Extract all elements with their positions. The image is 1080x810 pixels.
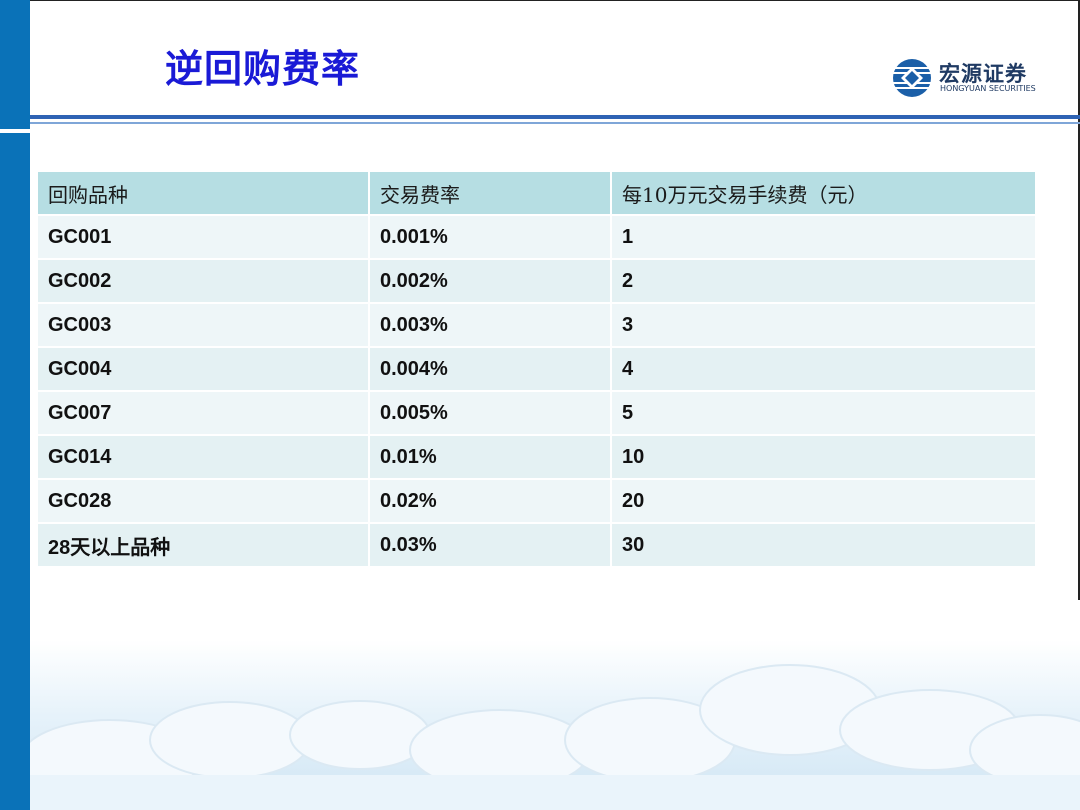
logo-name-en: HONGYUAN SECURITIES xyxy=(940,84,1036,93)
cell-fee-amount: 2 xyxy=(610,258,1037,304)
cell-fee-amount: 4 xyxy=(610,346,1037,392)
table-header-row: 回购品种 交易费率 每10万元交易手续费（元） xyxy=(36,170,1037,216)
cell-fee-rate: 0.001% xyxy=(368,214,612,260)
table-row: 28天以上品种 0.03% 30 xyxy=(36,522,1037,568)
cell-fee-amount: 5 xyxy=(610,390,1037,436)
cell-repo-type: GC028 xyxy=(36,478,370,524)
cell-fee-rate: 0.005% xyxy=(368,390,612,436)
cell-fee-amount: 1 xyxy=(610,214,1037,260)
cell-repo-type: GC002 xyxy=(36,258,370,304)
repo-rate-table: 回购品种 交易费率 每10万元交易手续费（元） GC001 0.001% 1 G… xyxy=(36,170,1037,568)
cell-fee-amount: 20 xyxy=(610,478,1037,524)
header-rule xyxy=(30,115,1080,119)
cell-fee-amount: 30 xyxy=(610,522,1037,568)
hongyuan-logo-icon xyxy=(893,59,931,97)
table-row: GC028 0.02% 20 xyxy=(36,478,1037,524)
header-repo-type: 回购品种 xyxy=(36,170,370,216)
cell-fee-rate: 0.03% xyxy=(368,522,612,568)
cell-repo-type: GC014 xyxy=(36,434,370,480)
header-rule-thin xyxy=(30,122,1080,124)
cell-repo-type: GC004 xyxy=(36,346,370,392)
table-row: GC007 0.005% 5 xyxy=(36,390,1037,436)
table-row: GC014 0.01% 10 xyxy=(36,434,1037,480)
top-border xyxy=(30,0,1080,1)
header-fee-rate: 交易费率 xyxy=(368,170,612,216)
cloud-background xyxy=(30,640,1080,810)
cell-fee-rate: 0.002% xyxy=(368,258,612,304)
cell-repo-type: GC001 xyxy=(36,214,370,260)
cell-repo-type: GC007 xyxy=(36,390,370,436)
table-row: GC003 0.003% 3 xyxy=(36,302,1037,348)
cell-fee-rate: 0.003% xyxy=(368,302,612,348)
left-bar-notch xyxy=(0,129,30,133)
table-row: GC002 0.002% 2 xyxy=(36,258,1037,304)
cell-fee-rate: 0.02% xyxy=(368,478,612,524)
cell-repo-type: GC003 xyxy=(36,302,370,348)
left-accent-bar xyxy=(0,0,30,810)
cell-fee-rate: 0.01% xyxy=(368,434,612,480)
table-row: GC004 0.004% 4 xyxy=(36,346,1037,392)
cell-fee-amount: 3 xyxy=(610,302,1037,348)
company-logo: 宏源证券 HONGYUAN SECURITIES xyxy=(892,58,1042,98)
slide-title: 逆回购费率 xyxy=(165,46,361,91)
header-fee-per-100k: 每10万元交易手续费（元） xyxy=(610,170,1037,216)
cell-fee-amount: 10 xyxy=(610,434,1037,480)
cell-repo-type: 28天以上品种 xyxy=(36,522,370,568)
table-row: GC001 0.001% 1 xyxy=(36,214,1037,260)
cell-fee-rate: 0.004% xyxy=(368,346,612,392)
